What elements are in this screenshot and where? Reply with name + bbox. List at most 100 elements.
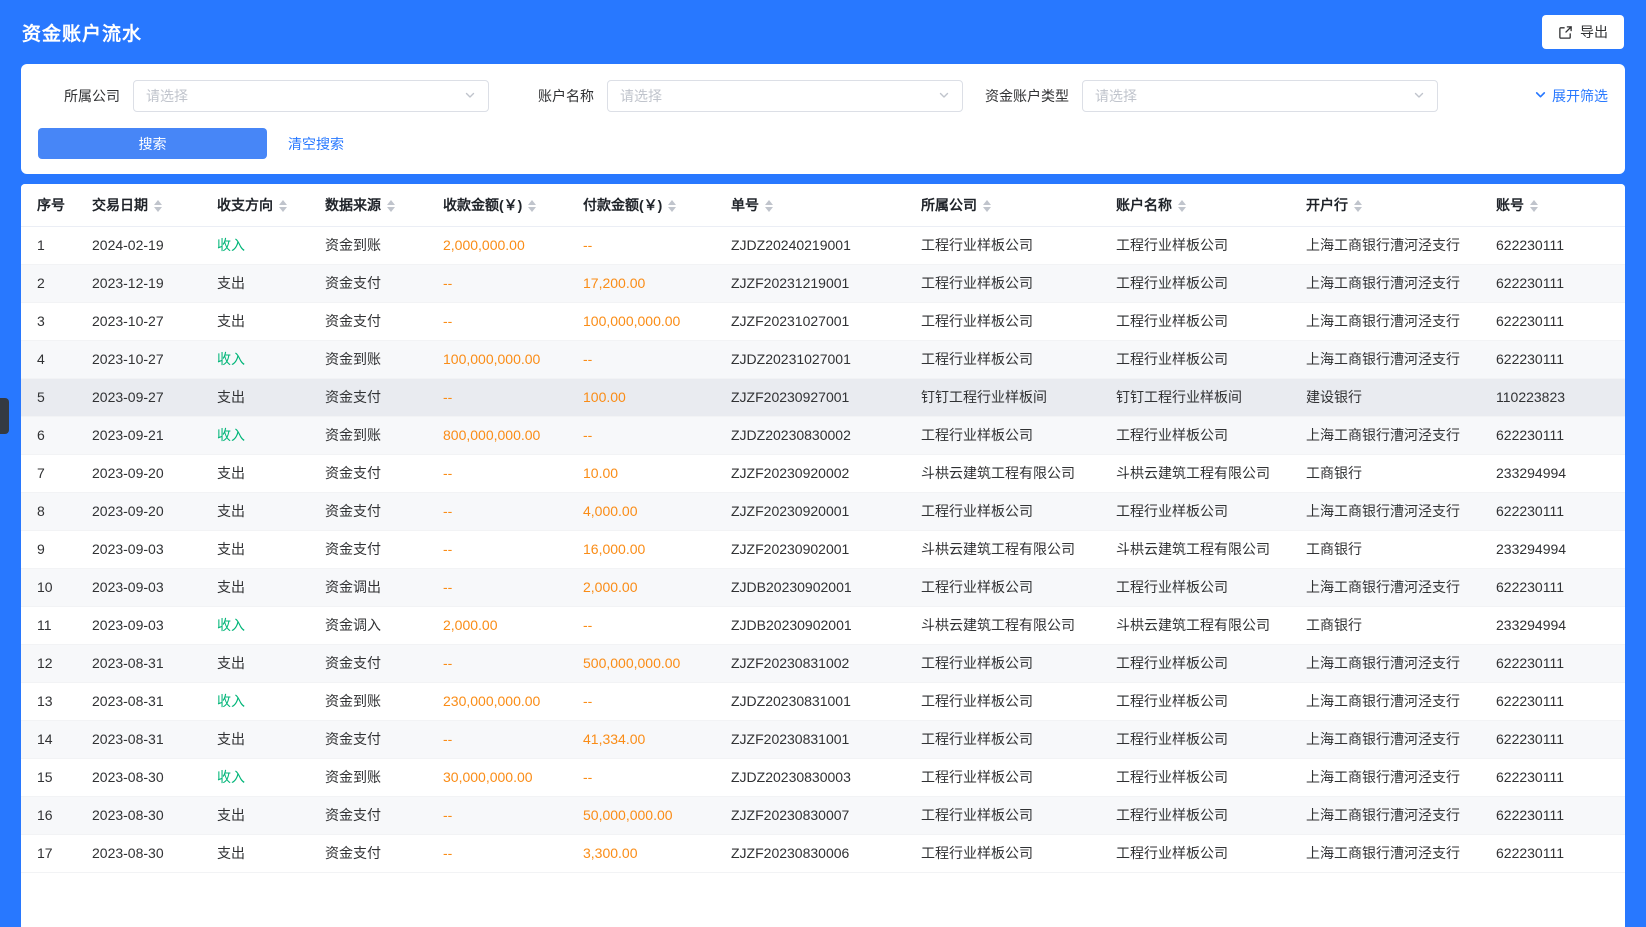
cell-account: 工程行业样板公司 [1100,796,1290,834]
table-row[interactable]: 152023-08-30收入资金到账30,000,000.00--ZJDZ202… [21,758,1625,796]
drawer-handle[interactable] [0,398,9,434]
cell-source: 资金支付 [309,644,427,682]
cell-no: 14 [21,720,76,758]
cell-direction: 支出 [201,302,309,340]
table-row[interactable]: 42023-10-27收入资金到账100,000,000.00--ZJDZ202… [21,340,1625,378]
table-row[interactable]: 132023-08-31收入资金到账230,000,000.00--ZJDZ20… [21,682,1625,720]
cell-direction: 支出 [201,834,309,872]
cell-direction: 支出 [201,644,309,682]
fund-account-type-select[interactable]: 请选择 [1082,80,1438,112]
cell-company: 工程行业样板公司 [905,796,1100,834]
table-row[interactable]: 52023-09-27支出资金支付--100.00ZJZF20230927001… [21,378,1625,416]
sort-carets-icon[interactable] [668,200,676,212]
table-row[interactable]: 122023-08-31支出资金支付--500,000,000.00ZJZF20… [21,644,1625,682]
sort-carets-icon[interactable] [279,200,287,212]
table-row[interactable]: 92023-09-03支出资金支付--16,000.00ZJZF20230902… [21,530,1625,568]
cell-source: 资金支付 [309,720,427,758]
cell-no: 17 [21,834,76,872]
table-row[interactable]: 22023-12-19支出资金支付--17,200.00ZJZF20231219… [21,264,1625,302]
sort-carets-icon[interactable] [1354,200,1362,212]
cell-date: 2023-09-03 [76,568,201,606]
column-header-order[interactable]: 单号 [715,184,905,226]
column-header-account[interactable]: 账户名称 [1100,184,1290,226]
fund-account-type-select-placeholder: 请选择 [1095,86,1137,106]
table-row[interactable]: 62023-09-21收入资金到账800,000,000.00--ZJDZ202… [21,416,1625,454]
cell-payment: 17,200.00 [567,264,715,302]
sort-carets-icon[interactable] [765,200,773,212]
table-row[interactable]: 72023-09-20支出资金支付--10.00ZJZF20230920002斗… [21,454,1625,492]
column-header-source[interactable]: 数据来源 [309,184,427,226]
column-header-date[interactable]: 交易日期 [76,184,201,226]
sort-carets-icon[interactable] [528,200,536,212]
column-header-bank[interactable]: 开户行 [1290,184,1480,226]
column-header-label: 账号 [1496,197,1524,213]
cell-date: 2023-09-03 [76,530,201,568]
expand-filter-link[interactable]: 展开筛选 [1534,86,1608,106]
cell-payment: -- [567,758,715,796]
search-button[interactable]: 搜索 [38,128,267,159]
table-row[interactable]: 102023-09-03支出资金调出--2,000.00ZJDB20230902… [21,568,1625,606]
sort-carets-icon[interactable] [1530,200,1538,212]
cell-company: 工程行业样板公司 [905,492,1100,530]
cell-direction: 支出 [201,568,309,606]
cell-direction: 收入 [201,416,309,454]
cell-account: 斗栱云建筑工程有限公司 [1100,530,1290,568]
sort-carets-icon[interactable] [387,200,395,212]
fund-account-type-label: 资金账户类型 [985,86,1069,106]
cell-date: 2023-09-20 [76,492,201,530]
column-header-label: 单号 [731,197,759,213]
sort-carets-icon[interactable] [1178,200,1186,212]
column-header-label: 收款金额(￥) [443,197,522,213]
cell-account: 工程行业样板公司 [1100,302,1290,340]
cell-source: 资金到账 [309,416,427,454]
chevron-down-icon [1413,88,1425,104]
table-row[interactable]: 172023-08-30支出资金支付--3,300.00ZJZF20230830… [21,834,1625,872]
cell-receipt: 100,000,000.00 [427,340,567,378]
account-name-select[interactable]: 请选择 [607,80,963,112]
cell-company: 工程行业样板公司 [905,834,1100,872]
column-header-accno[interactable]: 账号 [1480,184,1625,226]
column-header-payment[interactable]: 付款金额(￥) [567,184,715,226]
table-row[interactable]: 12024-02-19收入资金到账2,000,000.00--ZJDZ20240… [21,226,1625,264]
cell-accno: 622230111 [1480,834,1625,872]
cell-date: 2023-09-27 [76,378,201,416]
cell-source: 资金到账 [309,340,427,378]
cell-company: 斗栱云建筑工程有限公司 [905,530,1100,568]
company-select[interactable]: 请选择 [133,80,489,112]
cell-payment: -- [567,682,715,720]
column-header-receipt[interactable]: 收款金额(￥) [427,184,567,226]
cell-company: 斗栱云建筑工程有限公司 [905,454,1100,492]
cell-order: ZJDZ20231027001 [715,340,905,378]
cell-bank: 工商银行 [1290,606,1480,644]
column-header-direction[interactable]: 收支方向 [201,184,309,226]
clear-search-link[interactable]: 清空搜索 [288,134,344,154]
cell-account: 工程行业样板公司 [1100,682,1290,720]
cell-payment: 10.00 [567,454,715,492]
transactions-table: 序号交易日期收支方向数据来源收款金额(￥) 付款金额(￥) 单号 所属公司账户名称开户… [21,184,1625,873]
column-header-company[interactable]: 所属公司 [905,184,1100,226]
table-row[interactable]: 32023-10-27支出资金支付--100,000,000.00ZJZF202… [21,302,1625,340]
cell-no: 7 [21,454,76,492]
cell-account: 工程行业样板公司 [1100,416,1290,454]
cell-receipt: 2,000.00 [427,606,567,644]
cell-no: 15 [21,758,76,796]
sort-carets-icon[interactable] [154,200,162,212]
cell-order: ZJZF20230830007 [715,796,905,834]
company-select-placeholder: 请选择 [146,86,188,106]
cell-bank: 上海工商银行漕河泾支行 [1290,492,1480,530]
cell-source: 资金支付 [309,492,427,530]
sort-carets-icon[interactable] [983,200,991,212]
table-row[interactable]: 82023-09-20支出资金支付--4,000.00ZJZF202309200… [21,492,1625,530]
cell-payment: 4,000.00 [567,492,715,530]
transactions-table-card: 序号交易日期收支方向数据来源收款金额(￥) 付款金额(￥) 单号 所属公司账户名称开户… [21,184,1625,927]
table-row[interactable]: 162023-08-30支出资金支付--50,000,000.00ZJZF202… [21,796,1625,834]
cell-company: 工程行业样板公司 [905,416,1100,454]
table-row[interactable]: 112023-09-03收入资金调入2,000.00--ZJDB20230902… [21,606,1625,644]
export-button[interactable]: 导出 [1542,15,1624,49]
cell-account: 工程行业样板公司 [1100,758,1290,796]
cell-no: 13 [21,682,76,720]
column-header-no: 序号 [21,184,76,226]
filter-group-account-name: 账户名称 请选择 [489,80,963,112]
cell-account: 钉钉工程行业样板间 [1100,378,1290,416]
table-row[interactable]: 142023-08-31支出资金支付--41,334.00ZJZF2023083… [21,720,1625,758]
